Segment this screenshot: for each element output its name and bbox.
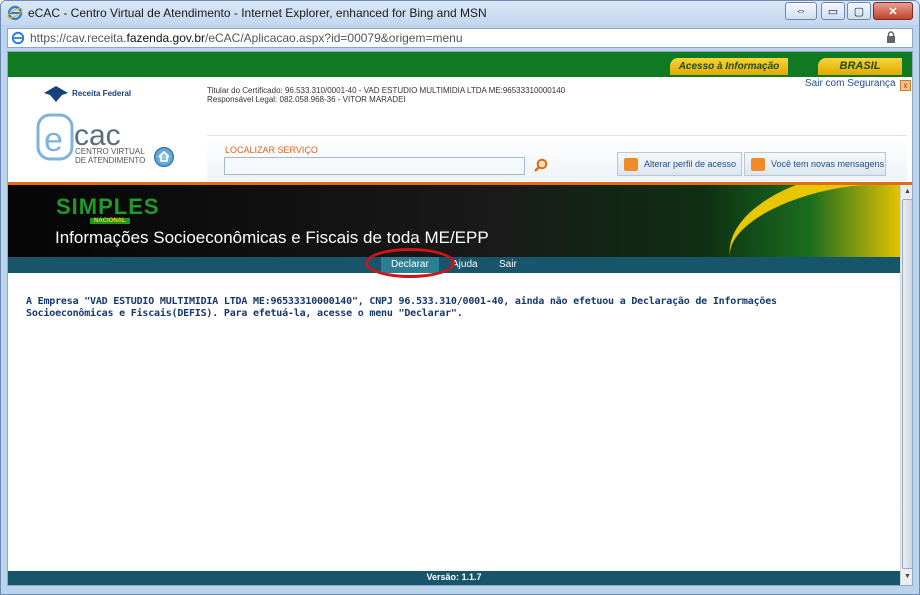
status-message-line2: Socioeconômicas e Fiscais(DEFIS). Para e…	[26, 308, 463, 319]
search-panel: LOCALIZAR SERVIÇO Alterar perfil de aces…	[207, 135, 907, 181]
footer-bar: Versão: 1.1.7	[8, 571, 900, 585]
page-ie-icon	[11, 31, 25, 45]
maximize-icon: ▢	[853, 5, 865, 18]
title-bar: eCAC - Centro Virtual de Atendimento - I…	[1, 1, 919, 25]
menu-sair[interactable]: Sair	[499, 257, 517, 273]
government-bar: Acesso à Informação BRASIL	[8, 52, 912, 77]
scroll-up-icon[interactable]: ▲	[902, 186, 912, 198]
url-text: https://cav.receita.fazenda.gov.br/eCAC/…	[30, 31, 463, 45]
localizar-servico-input[interactable]	[224, 157, 525, 175]
vertical-scrollbar[interactable]: ▲ ▼	[900, 185, 912, 585]
simples-banner: SIMPLES NACIONAL Informações Socioeconôm…	[8, 185, 900, 257]
browser-window: eCAC - Centro Virtual de Atendimento - I…	[0, 0, 920, 595]
restore-icon: ⇔	[795, 5, 807, 17]
users-icon	[624, 157, 638, 171]
banner-swoosh	[717, 185, 900, 257]
search-icon[interactable]	[534, 158, 548, 172]
titular-text: Titular do Certificado: 96.533.310/0001-…	[207, 86, 566, 95]
maximize-button[interactable]: ▢	[847, 2, 871, 20]
minimize-button[interactable]: ▭	[821, 2, 845, 20]
close-icon: ✕	[888, 5, 898, 18]
svg-text:e: e	[44, 121, 63, 159]
responsavel-text: Responsável Legal: 082.058.968-36 - VITO…	[207, 95, 406, 104]
status-message-line1: A Empresa "VAD ESTUDIO MULTIMIDIA LTDA M…	[26, 296, 777, 307]
version-label: Versão: 1.1.7	[426, 572, 482, 582]
sair-com-seguranca-link[interactable]: Sair com Segurança	[805, 78, 896, 89]
page-title: Informações Socioeconômicas e Fiscais de…	[55, 228, 489, 247]
declarar-highlight-ellipse	[365, 248, 455, 278]
home-icon[interactable]	[154, 147, 174, 167]
ecac-subtitle: CENTRO VIRTUAL DE ATENDIMENTO	[75, 147, 146, 165]
minimize-icon: ▭	[827, 5, 839, 18]
address-bar[interactable]: https://cav.receita.fazenda.gov.br/eCAC/…	[7, 28, 913, 48]
localizar-servico-label: LOCALIZAR SERVIÇO	[225, 145, 318, 155]
sair-close-icon[interactable]: x	[900, 80, 911, 91]
simples-nacional-label: NACIONAL	[90, 218, 130, 224]
status-message: A Empresa "VAD ESTUDIO MULTIMIDIA LTDA M…	[26, 296, 866, 320]
scroll-down-icon[interactable]: ▼	[902, 571, 912, 583]
page-header: Receita Federal e cac CENTRO VIRTUAL DE …	[8, 77, 912, 183]
novas-mensagens-button[interactable]: Você tem novas mensagens	[744, 152, 886, 176]
receita-federal-logo-icon[interactable]	[42, 85, 70, 103]
simples-logo: SIMPLES	[56, 194, 160, 219]
envelope-icon	[751, 157, 765, 171]
certificate-info: Titular do Certificado: 96.533.310/0001-…	[207, 86, 565, 104]
window-title: eCAC - Centro Virtual de Atendimento - I…	[28, 6, 487, 20]
receita-federal-label[interactable]: Receita Federal	[72, 89, 131, 98]
restore-down-button[interactable]: ⇔	[785, 2, 817, 20]
scroll-thumb[interactable]	[902, 199, 912, 569]
menu-ajuda[interactable]: Ajuda	[452, 257, 478, 273]
acesso-informacao-link[interactable]: Acesso à Informação	[670, 58, 788, 75]
close-button[interactable]: ✕	[873, 2, 913, 20]
internet-explorer-icon	[7, 5, 23, 21]
lock-icon[interactable]	[886, 31, 896, 43]
page-content: Acesso à Informação BRASIL Receita Feder…	[7, 51, 913, 586]
alterar-perfil-button[interactable]: Alterar perfil de acesso	[617, 152, 742, 176]
brasil-link[interactable]: BRASIL	[818, 58, 902, 75]
